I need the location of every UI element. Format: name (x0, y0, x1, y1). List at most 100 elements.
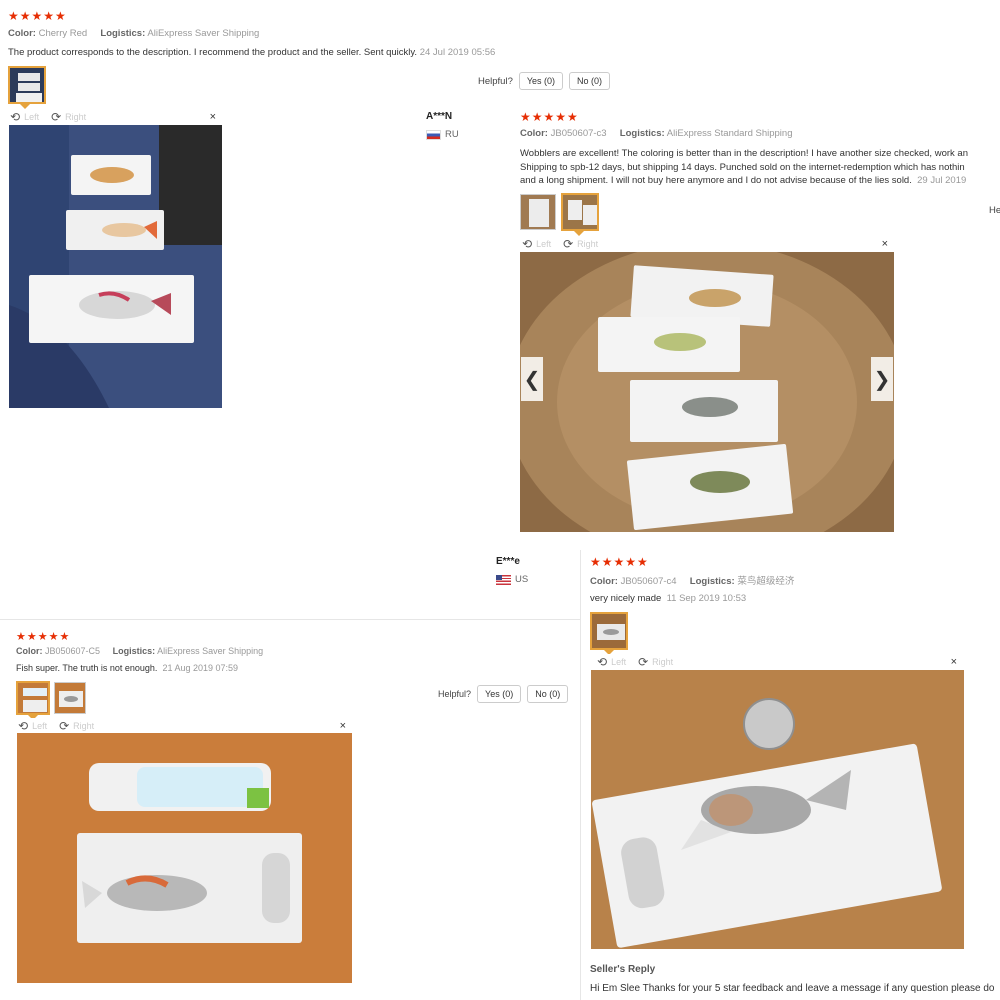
logistics-label: Logistics: (100, 28, 146, 39)
review-top-stars: ★★★★★ (8, 9, 67, 23)
review-photo-large (520, 252, 894, 532)
close-icon[interactable]: × (340, 720, 346, 732)
rotate-left-label[interactable]: Left (32, 721, 47, 731)
rotate-left-icon[interactable]: ⟲ (597, 656, 607, 668)
review-photo-thumbnail[interactable] (520, 194, 556, 230)
logistics-value: AliExpress Standard Shipping (666, 128, 793, 139)
helpful-no-button[interactable]: No (0) (527, 685, 569, 703)
review-photo-thumbnail-selected[interactable] (561, 193, 599, 231)
review-ee-text-row: very nicely made 11 Sep 2019 10:53 (590, 592, 746, 606)
review-top-meta: Color: Cherry Red Logistics: AliExpress … (8, 28, 259, 39)
rotate-right-icon[interactable]: ⟳ (59, 720, 69, 732)
image-viewer-toolbar: ⟲ Left ⟳ Right × (10, 109, 222, 124)
review-text-line: Wobblers are excellent! The coloring is … (520, 148, 968, 159)
review-photo-thumbnail[interactable] (54, 682, 86, 714)
seller-reply-title: Seller's Reply (590, 964, 656, 975)
review-photo-large (17, 733, 352, 983)
color-label: Color: (590, 576, 618, 587)
thumbnail-image (521, 195, 555, 229)
rotate-left-icon[interactable]: ⟲ (10, 111, 20, 123)
country-code: US (515, 574, 529, 585)
author-country: RU (426, 129, 459, 140)
close-icon[interactable]: × (882, 238, 888, 250)
rotate-right-label[interactable]: Right (65, 112, 86, 122)
review-c5-meta: Color: JB050607-C5 Logistics: AliExpress… (16, 646, 263, 656)
close-icon[interactable]: × (210, 111, 216, 123)
seller-reply-text: Hi Em Slee Thanks for your 5 star feedba… (590, 983, 995, 994)
review-text-line: and a long shipment. I will not buy here… (520, 175, 912, 186)
author-country: US (496, 574, 528, 585)
flag-us-icon (496, 574, 511, 585)
review-c5-stars: ★★★★★ (16, 631, 71, 643)
color-label: Color: (8, 28, 36, 39)
rotate-left-label[interactable]: Left (24, 112, 39, 122)
logistics-value: AliExpress Saver Shipping (147, 28, 260, 39)
color-value: Cherry Red (38, 28, 88, 39)
review-an-meta: Color: JB050607-c3 Logistics: AliExpress… (520, 128, 792, 139)
rotate-left-label[interactable]: Left (536, 239, 551, 249)
rotate-right-icon[interactable]: ⟳ (563, 238, 573, 250)
review-ee-stars: ★★★★★ (590, 555, 649, 569)
rotate-left-icon[interactable]: ⟲ (18, 720, 28, 732)
review-photo-thumbnail-selected[interactable] (16, 681, 50, 715)
review-date: 21 Aug 2019 07:59 (162, 663, 239, 673)
logistics-label: Logistics: (112, 646, 156, 656)
logistics-label: Logistics: (689, 576, 735, 587)
thumbnail-image (10, 68, 44, 102)
rotate-right-icon[interactable]: ⟳ (638, 656, 648, 668)
review-date: 29 Jul 2019 (917, 175, 967, 186)
rotate-right-icon[interactable]: ⟳ (51, 111, 61, 123)
helpful-row: Helpful? Yes (0) No (0) (438, 685, 569, 703)
color-value: JB050607-C5 (45, 646, 101, 656)
review-photo-thumbnail[interactable] (8, 66, 46, 104)
flag-ru-icon (426, 129, 441, 140)
logistics-value: AliExpress Saver Shipping (157, 646, 264, 656)
review-date: 11 Sep 2019 10:53 (666, 593, 747, 604)
review-date: 24 Jul 2019 05:56 (419, 47, 496, 58)
review-text: very nicely made (590, 593, 662, 604)
color-value: JB050607-c4 (620, 576, 677, 587)
column-divider (580, 550, 581, 1000)
helpful-label-partial: He (989, 205, 1000, 216)
previous-image-button[interactable]: ❮ (521, 357, 543, 401)
rotate-right-label[interactable]: Right (577, 239, 598, 249)
review-divider (0, 619, 580, 620)
thumbnail-image (592, 614, 626, 648)
logistics-label: Logistics: (619, 128, 665, 139)
thumbnail-image (563, 195, 597, 229)
helpful-yes-button[interactable]: Yes (0) (477, 685, 522, 703)
color-value: JB050607-c3 (550, 128, 607, 139)
thumbnail-image (18, 683, 48, 713)
review-top-text-row: The product corresponds to the descripti… (8, 46, 495, 60)
helpful-label: Helpful? (478, 75, 513, 87)
next-image-button[interactable]: ❯ (871, 357, 893, 401)
image-viewer-toolbar: ⟲ Left ⟳ Right × (597, 654, 963, 669)
review-photo-thumbnail[interactable] (590, 612, 628, 650)
author-name: E***e (496, 556, 520, 567)
color-label: Color: (520, 128, 548, 139)
close-icon[interactable]: × (951, 656, 957, 668)
thumbnail-image (55, 683, 85, 713)
image-viewer-toolbar: ⟲ Left ⟳ Right × (18, 718, 352, 733)
rotate-right-label[interactable]: Right (652, 657, 673, 667)
review-ee-meta: Color: JB050607-c4 Logistics: 菜鸟超级经济 (590, 573, 794, 587)
review-text: The product corresponds to the descripti… (8, 47, 418, 58)
helpful-row: Helpful? Yes (0) No (0) (478, 72, 611, 90)
helpful-no-button[interactable]: No (0) (569, 72, 611, 90)
author-name: A***N (426, 111, 453, 122)
rotate-left-icon[interactable]: ⟲ (522, 238, 532, 250)
review-text: Fish super. The truth is not enough. (16, 663, 158, 673)
review-c5-text-row: Fish super. The truth is not enough. 21 … (16, 662, 238, 676)
review-photo-large (591, 670, 964, 949)
review-an-text: Wobblers are excellent! The coloring is … (520, 147, 1000, 188)
helpful-label: Helpful? (438, 689, 472, 699)
rotate-right-label[interactable]: Right (73, 721, 94, 731)
review-text-line: Shipping to spb-12 days, but shipping 14… (520, 161, 965, 173)
review-an-stars: ★★★★★ (520, 110, 579, 124)
logistics-value: 菜鸟超级经济 (737, 576, 795, 587)
image-viewer-toolbar: ⟲ Left ⟳ Right × (522, 236, 894, 251)
review-photo-large (9, 125, 222, 408)
rotate-left-label[interactable]: Left (611, 657, 626, 667)
color-label: Color: (16, 646, 43, 656)
helpful-yes-button[interactable]: Yes (0) (518, 72, 564, 90)
